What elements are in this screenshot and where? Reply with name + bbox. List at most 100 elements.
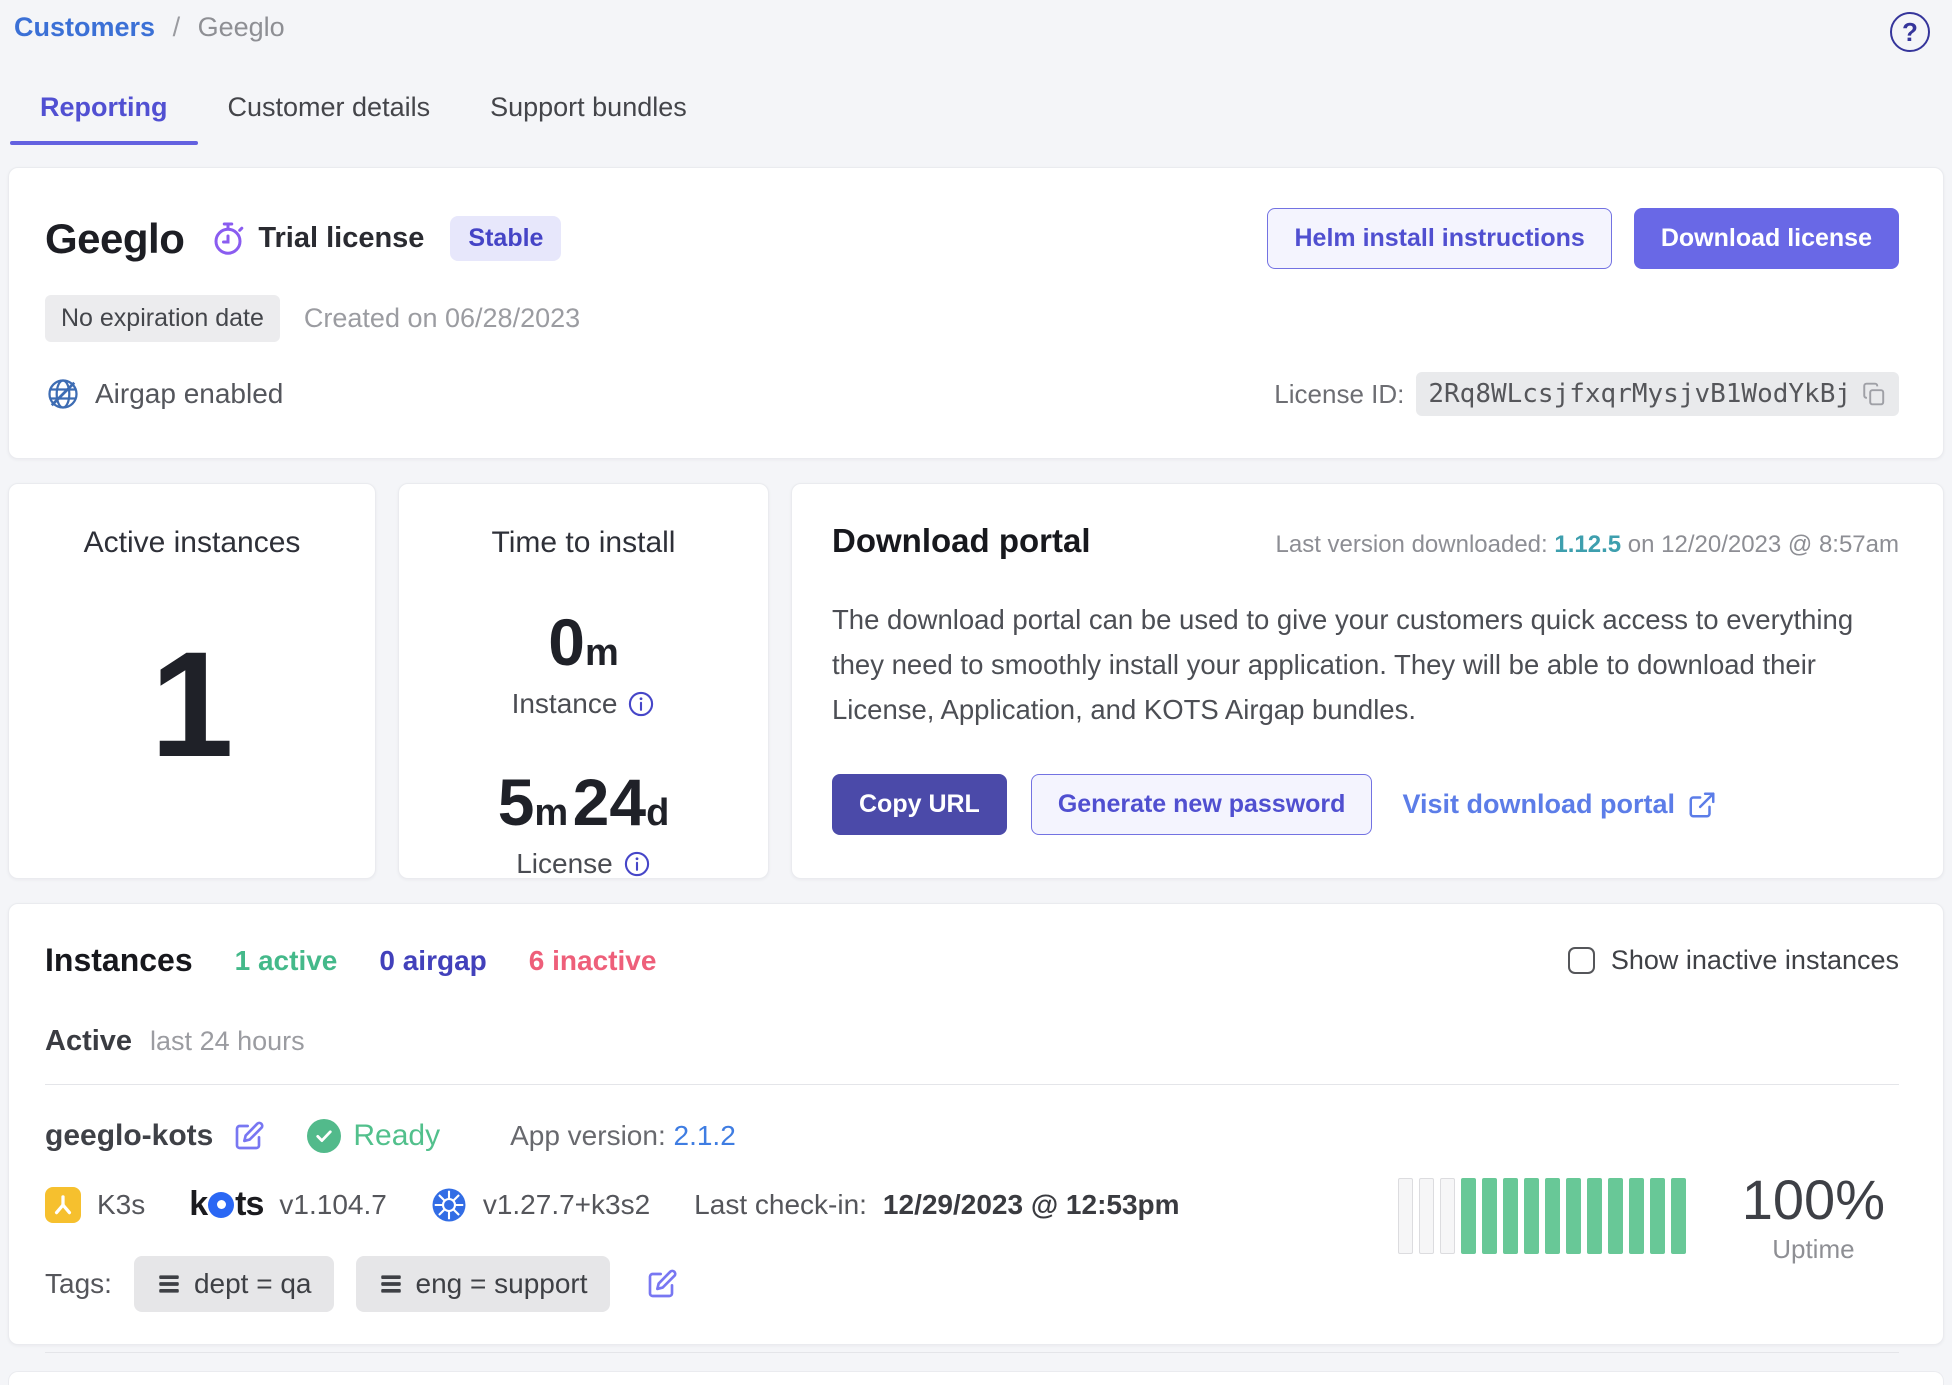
active-instances-value: 1 bbox=[29, 629, 355, 779]
divider bbox=[45, 1352, 1899, 1353]
download-portal-description: The download portal can be used to give … bbox=[832, 598, 1892, 732]
external-link-icon bbox=[1687, 790, 1717, 820]
stopwatch-icon bbox=[210, 221, 246, 257]
app-version-link[interactable]: 2.1.2 bbox=[674, 1120, 736, 1151]
breadcrumb-customers[interactable]: Customers bbox=[14, 12, 155, 42]
last-version-date: on 12/20/2023 @ 8:57am bbox=[1628, 531, 1899, 558]
top-bar: Customers / Geeglo ? bbox=[8, 0, 1944, 52]
tab-reporting[interactable]: Reporting bbox=[10, 78, 198, 145]
app-version-label: App version: bbox=[510, 1120, 666, 1151]
last-version-link[interactable]: 1.12.5 bbox=[1554, 531, 1621, 558]
uptime-block: 100% Uptime bbox=[1398, 1119, 1899, 1312]
instance-time-block: 0m Instance bbox=[419, 604, 748, 720]
divider bbox=[45, 1084, 1899, 1085]
inactive-count[interactable]: 6 inactive bbox=[529, 945, 657, 977]
generate-new-password-button[interactable]: Generate new password bbox=[1031, 774, 1373, 835]
instances-title: Instances bbox=[45, 942, 193, 979]
license-type-label: Trial license bbox=[258, 222, 424, 255]
uptime-label: Uptime bbox=[1742, 1234, 1885, 1265]
license-info-icon[interactable] bbox=[623, 850, 651, 878]
instance-time-label: Instance bbox=[512, 688, 618, 720]
kots-logo-o-icon bbox=[208, 1192, 234, 1218]
visit-download-portal-link[interactable]: Visit download portal bbox=[1402, 789, 1717, 820]
instances-card: Instances 1 active 0 airgap 6 inactive S… bbox=[8, 903, 1944, 1345]
distribution-label: K3s bbox=[97, 1189, 145, 1221]
tab-bar: Reporting Customer details Support bundl… bbox=[8, 78, 1944, 145]
instance-time-value: 0 bbox=[548, 605, 585, 679]
next-card-sliver bbox=[8, 1371, 1944, 1385]
copy-license-id-icon[interactable] bbox=[1861, 381, 1887, 407]
uptime-bar-filled bbox=[1629, 1178, 1644, 1254]
helm-install-instructions-button[interactable]: Helm install instructions bbox=[1267, 208, 1611, 269]
license-id-label: License ID: bbox=[1274, 379, 1404, 410]
last-version-label: Last version downloaded: bbox=[1276, 531, 1548, 558]
kubernetes-icon bbox=[431, 1187, 467, 1223]
download-portal-card: Download portal Last version downloaded:… bbox=[791, 483, 1944, 879]
airgap-globe-icon bbox=[45, 376, 81, 412]
edit-instance-name-icon[interactable] bbox=[233, 1120, 265, 1152]
uptime-bar-filled bbox=[1461, 1178, 1476, 1254]
license-id-value: 2Rq8WLcsjfxqrMysjvB1WodYkBj bbox=[1428, 379, 1851, 409]
uptime-bar-filled bbox=[1671, 1178, 1686, 1254]
uptime-bar-filled bbox=[1524, 1178, 1539, 1254]
license-id-chip: 2Rq8WLcsjfxqrMysjvB1WodYkBj bbox=[1416, 372, 1899, 416]
uptime-bar-filled bbox=[1503, 1178, 1518, 1254]
active-instances-card: Active instances 1 bbox=[8, 483, 376, 879]
edit-tags-icon[interactable] bbox=[646, 1268, 678, 1300]
instance-info-icon[interactable] bbox=[627, 690, 655, 718]
license-time-value-2: 24 bbox=[573, 765, 646, 839]
tag-label: dept = qa bbox=[194, 1268, 312, 1300]
show-inactive-label: Show inactive instances bbox=[1611, 945, 1899, 976]
license-id-row: License ID: 2Rq8WLcsjfxqrMysjvB1WodYkBj bbox=[1274, 372, 1899, 416]
tab-support-bundles[interactable]: Support bundles bbox=[460, 78, 717, 145]
tab-customer-details[interactable]: Customer details bbox=[198, 78, 461, 145]
page: Customers / Geeglo ? Reporting Customer … bbox=[0, 0, 1952, 1385]
uptime-bar-filled bbox=[1545, 1178, 1560, 1254]
channel-badge: Stable bbox=[450, 216, 561, 261]
show-inactive-toggle[interactable]: Show inactive instances bbox=[1568, 945, 1899, 976]
k3s-icon bbox=[45, 1187, 81, 1223]
airgap-count[interactable]: 0 airgap bbox=[379, 945, 486, 977]
active-section-label: Active bbox=[45, 1025, 132, 1058]
tag-chip: eng = support bbox=[356, 1256, 610, 1312]
active-section-sublabel: last 24 hours bbox=[150, 1026, 305, 1057]
uptime-bar-empty bbox=[1440, 1178, 1455, 1254]
ready-label: Ready bbox=[353, 1119, 440, 1153]
metrics-row: Active instances 1 Time to install 0m In… bbox=[8, 483, 1944, 879]
instance-time-unit: m bbox=[585, 632, 619, 674]
kots-logo-ts: ts bbox=[235, 1185, 263, 1224]
uptime-bar-empty bbox=[1398, 1178, 1413, 1254]
instance-row: geeglo-kots Ready App ve bbox=[45, 1119, 1899, 1312]
tag-icon bbox=[378, 1271, 404, 1297]
help-icon[interactable]: ? bbox=[1890, 12, 1930, 52]
uptime-bar-filled bbox=[1608, 1178, 1623, 1254]
download-license-button[interactable]: Download license bbox=[1634, 208, 1899, 269]
airgap-status: Airgap enabled bbox=[45, 376, 283, 412]
uptime-bar-empty bbox=[1419, 1178, 1434, 1254]
license-time-value-1: 5 bbox=[498, 765, 535, 839]
uptime-bar-filled bbox=[1566, 1178, 1581, 1254]
license-time-label: License bbox=[516, 848, 613, 880]
license-time-block: 5m 24d License bbox=[419, 764, 748, 880]
ready-check-icon bbox=[307, 1119, 341, 1153]
show-inactive-checkbox[interactable] bbox=[1568, 947, 1595, 974]
active-count[interactable]: 1 active bbox=[235, 945, 338, 977]
time-to-install-title: Time to install bbox=[419, 526, 748, 560]
airgap-label: Airgap enabled bbox=[95, 378, 283, 410]
active-instances-title: Active instances bbox=[29, 526, 355, 560]
expiration-badge: No expiration date bbox=[45, 295, 280, 342]
license-time-unit-1: m bbox=[534, 792, 568, 834]
instance-status: Ready bbox=[307, 1119, 440, 1153]
license-summary-card: Geeglo Trial license Stable Helm install… bbox=[8, 167, 1944, 459]
last-version-downloaded: Last version downloaded: 1.12.5 on 12/20… bbox=[1276, 531, 1900, 559]
uptime-bar-filled bbox=[1650, 1178, 1665, 1254]
copy-url-button[interactable]: Copy URL bbox=[832, 774, 1007, 835]
license-time-unit-2: d bbox=[646, 792, 669, 834]
kots-logo: kts bbox=[189, 1185, 263, 1224]
uptime-bar-filled bbox=[1482, 1178, 1497, 1254]
k8s-version: v1.27.7+k3s2 bbox=[483, 1189, 650, 1221]
download-portal-title: Download portal bbox=[832, 522, 1091, 560]
visit-download-portal-label: Visit download portal bbox=[1402, 789, 1675, 820]
last-checkin-label: Last check-in: bbox=[694, 1189, 867, 1221]
uptime-bar-filled bbox=[1587, 1178, 1602, 1254]
